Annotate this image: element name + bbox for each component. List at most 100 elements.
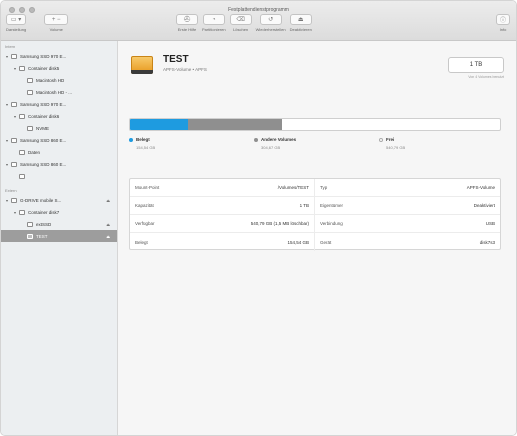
info-row: Mount-Point/Volumes/TEST Typ APFS-Volume <box>130 179 500 197</box>
usage-bar <box>129 118 501 131</box>
sidebar-item-label: Macintosh HD <box>36 77 65 83</box>
first-aid-icon[interactable]: ⛑ <box>176 14 198 25</box>
info-value: 1 TB <box>299 203 309 208</box>
sidebar-item-label: Macintosh HD - ... <box>36 89 73 95</box>
view-icon[interactable]: ▭ ▾ <box>6 14 27 25</box>
sidebar-section-internal: Intern <box>5 44 16 49</box>
sidebar-item-label: Samsung SSD 970 E... <box>20 53 67 59</box>
disk-icon <box>11 53 17 59</box>
info-key: Belegt <box>135 239 148 245</box>
info-key: Verfügbar <box>135 221 155 226</box>
disclosure-triangle-icon[interactable]: ▾ <box>5 162 9 167</box>
info-row: Kapazität 1 TB Eigentümer Deaktiviert <box>130 197 500 215</box>
usage-bar-other-volumes <box>187 119 283 130</box>
eject-icon[interactable]: ⏏ <box>106 234 110 239</box>
disk-icon <box>11 197 17 203</box>
sidebar-item[interactable]: TEST ⏏ <box>1 230 117 242</box>
partition-icon[interactable]: ◔ <box>202 14 225 25</box>
sidebar-item[interactable]: ▾ G-DRIVE mobile S... ⏏ <box>1 194 117 206</box>
sidebar-item-label: Container disk6 <box>28 113 60 119</box>
info-cell: Verbindung USB <box>315 215 500 232</box>
info-icon[interactable]: ⓘ <box>496 14 510 25</box>
sidebar-item[interactable]: ▾ Container disk5 <box>1 62 117 74</box>
info-value: USB <box>485 221 495 226</box>
disclosure-triangle-icon[interactable]: ▾ <box>13 114 17 119</box>
info-cell: Mount-Point/Volumes/TEST <box>130 179 315 196</box>
info-key: Mount-Point <box>135 185 160 190</box>
sidebar-item[interactable]: ▾ Samsung SSD 970 E... <box>1 50 117 62</box>
sidebar-item-label: NVME <box>36 125 50 131</box>
eject-icon[interactable]: ⏏ <box>106 198 110 203</box>
info-value: APFS-Volume <box>466 185 495 190</box>
legend-other-label: Andere Volumes <box>261 137 297 142</box>
disclosure-triangle-icon[interactable]: ▾ <box>13 210 17 215</box>
legend-other-value: 304,67 GB <box>261 145 281 150</box>
capacity-note: Von 4 Volumes benutzt <box>468 75 504 79</box>
disclosure-triangle-icon[interactable]: ▾ <box>5 138 9 143</box>
info-cell: Gerät disk7s3 <box>315 233 500 251</box>
info-row: Belegt 154,54 GB Gerät disk7s3 <box>130 233 500 251</box>
sidebar-item[interactable] <box>1 170 117 182</box>
sidebar-item-label: Samsung SSD 860 E... <box>20 137 67 143</box>
legend-used-value: 154,54 GB <box>136 145 156 150</box>
disclosure-triangle-icon[interactable]: ▾ <box>5 198 9 203</box>
info-label: Info <box>499 27 507 32</box>
info-key: Verbindung <box>320 221 343 226</box>
disk-icon <box>27 77 33 83</box>
info-cell: Belegt 154,54 GB <box>130 233 315 251</box>
disclosure-triangle-icon[interactable]: ▾ <box>13 66 17 71</box>
volume-name: TEST <box>163 54 189 65</box>
legend-used-swatch <box>129 137 133 142</box>
disk-icon <box>27 89 33 95</box>
info-key: Kapazität <box>135 203 154 208</box>
eject-icon[interactable]: ⏏ <box>106 222 110 227</box>
sidebar-item-label: extSSD <box>36 221 52 227</box>
disclosure-triangle-icon[interactable]: ▾ <box>5 102 9 107</box>
info-cell: Eigentümer Deaktiviert <box>315 197 500 214</box>
sidebar-item[interactable]: Macintosh HD <box>1 74 117 86</box>
sidebar-item[interactable]: extSSD ⏏ <box>1 218 117 230</box>
view-button-label: Darstellung <box>6 27 27 32</box>
info-key: Eigentümer <box>320 203 344 208</box>
sidebar-item-label: Container disk5 <box>28 65 60 71</box>
disk-icon <box>19 149 25 155</box>
sidebar-item[interactable]: ▾ Samsung SSD 860 E... <box>1 134 117 146</box>
legend-used: Belegt 154,54 GB <box>129 137 155 150</box>
unmount-icon[interactable]: ⏏ <box>289 14 312 25</box>
sidebar-item-label: TEST <box>36 233 48 239</box>
toolbar-left: ▭ ▾ Darstellung + − Volume <box>6 14 69 32</box>
sidebar-section-external: Extern <box>5 188 17 193</box>
usage-bar-used <box>130 119 188 130</box>
legend-free: Frei 540,79 GB <box>379 137 405 150</box>
sidebar-item[interactable]: ▾ Container disk7 <box>1 206 117 218</box>
legend-free-swatch <box>379 137 383 142</box>
legend-free-label: Frei <box>386 137 395 142</box>
toolbar-center: ⛑ Erste Hilfe ◔ Partitionieren ⌫ Löschen… <box>176 14 312 32</box>
sidebar-item[interactable]: Macintosh HD - ... <box>1 86 117 98</box>
info-value: disk7s3 <box>479 239 495 245</box>
volume-add-remove-icon[interactable]: + − <box>44 14 69 25</box>
volume-drive-icon <box>129 51 155 77</box>
sidebar-item[interactable]: NVME <box>1 122 117 134</box>
disk-icon <box>19 113 25 119</box>
info-value: /Volumes/TEST <box>277 185 309 190</box>
restore-icon[interactable]: ↺ <box>259 14 282 25</box>
sidebar-item[interactable]: ▾ Samsung SSD 860 E... <box>1 158 117 170</box>
sidebar-item-label: Samsung SSD 860 E... <box>20 161 67 167</box>
restore-label: Wiederherstellen <box>255 27 286 32</box>
info-key: Gerät <box>320 239 332 245</box>
disk-icon <box>27 233 33 239</box>
info-cell: Verfügbar 540,79 GB (1,5 MB löschbar) <box>130 215 315 232</box>
disk-icon <box>27 125 33 131</box>
sidebar-item[interactable]: Daten <box>1 146 117 158</box>
legend-used-label: Belegt <box>136 137 150 142</box>
legend-free-value: 540,79 GB <box>386 145 406 150</box>
first-aid-label: Erste Hilfe <box>177 27 197 32</box>
disk-icon <box>11 161 17 167</box>
disclosure-triangle-icon[interactable]: ▾ <box>5 54 9 59</box>
sidebar-item[interactable]: ▾ Samsung SSD 970 E... <box>1 98 117 110</box>
sidebar-item[interactable]: ▾ Container disk6 <box>1 110 117 122</box>
erase-icon[interactable]: ⌫ <box>229 14 252 25</box>
sidebar-item-label: Samsung SSD 970 E... <box>20 101 67 107</box>
info-key: Typ <box>320 185 328 190</box>
